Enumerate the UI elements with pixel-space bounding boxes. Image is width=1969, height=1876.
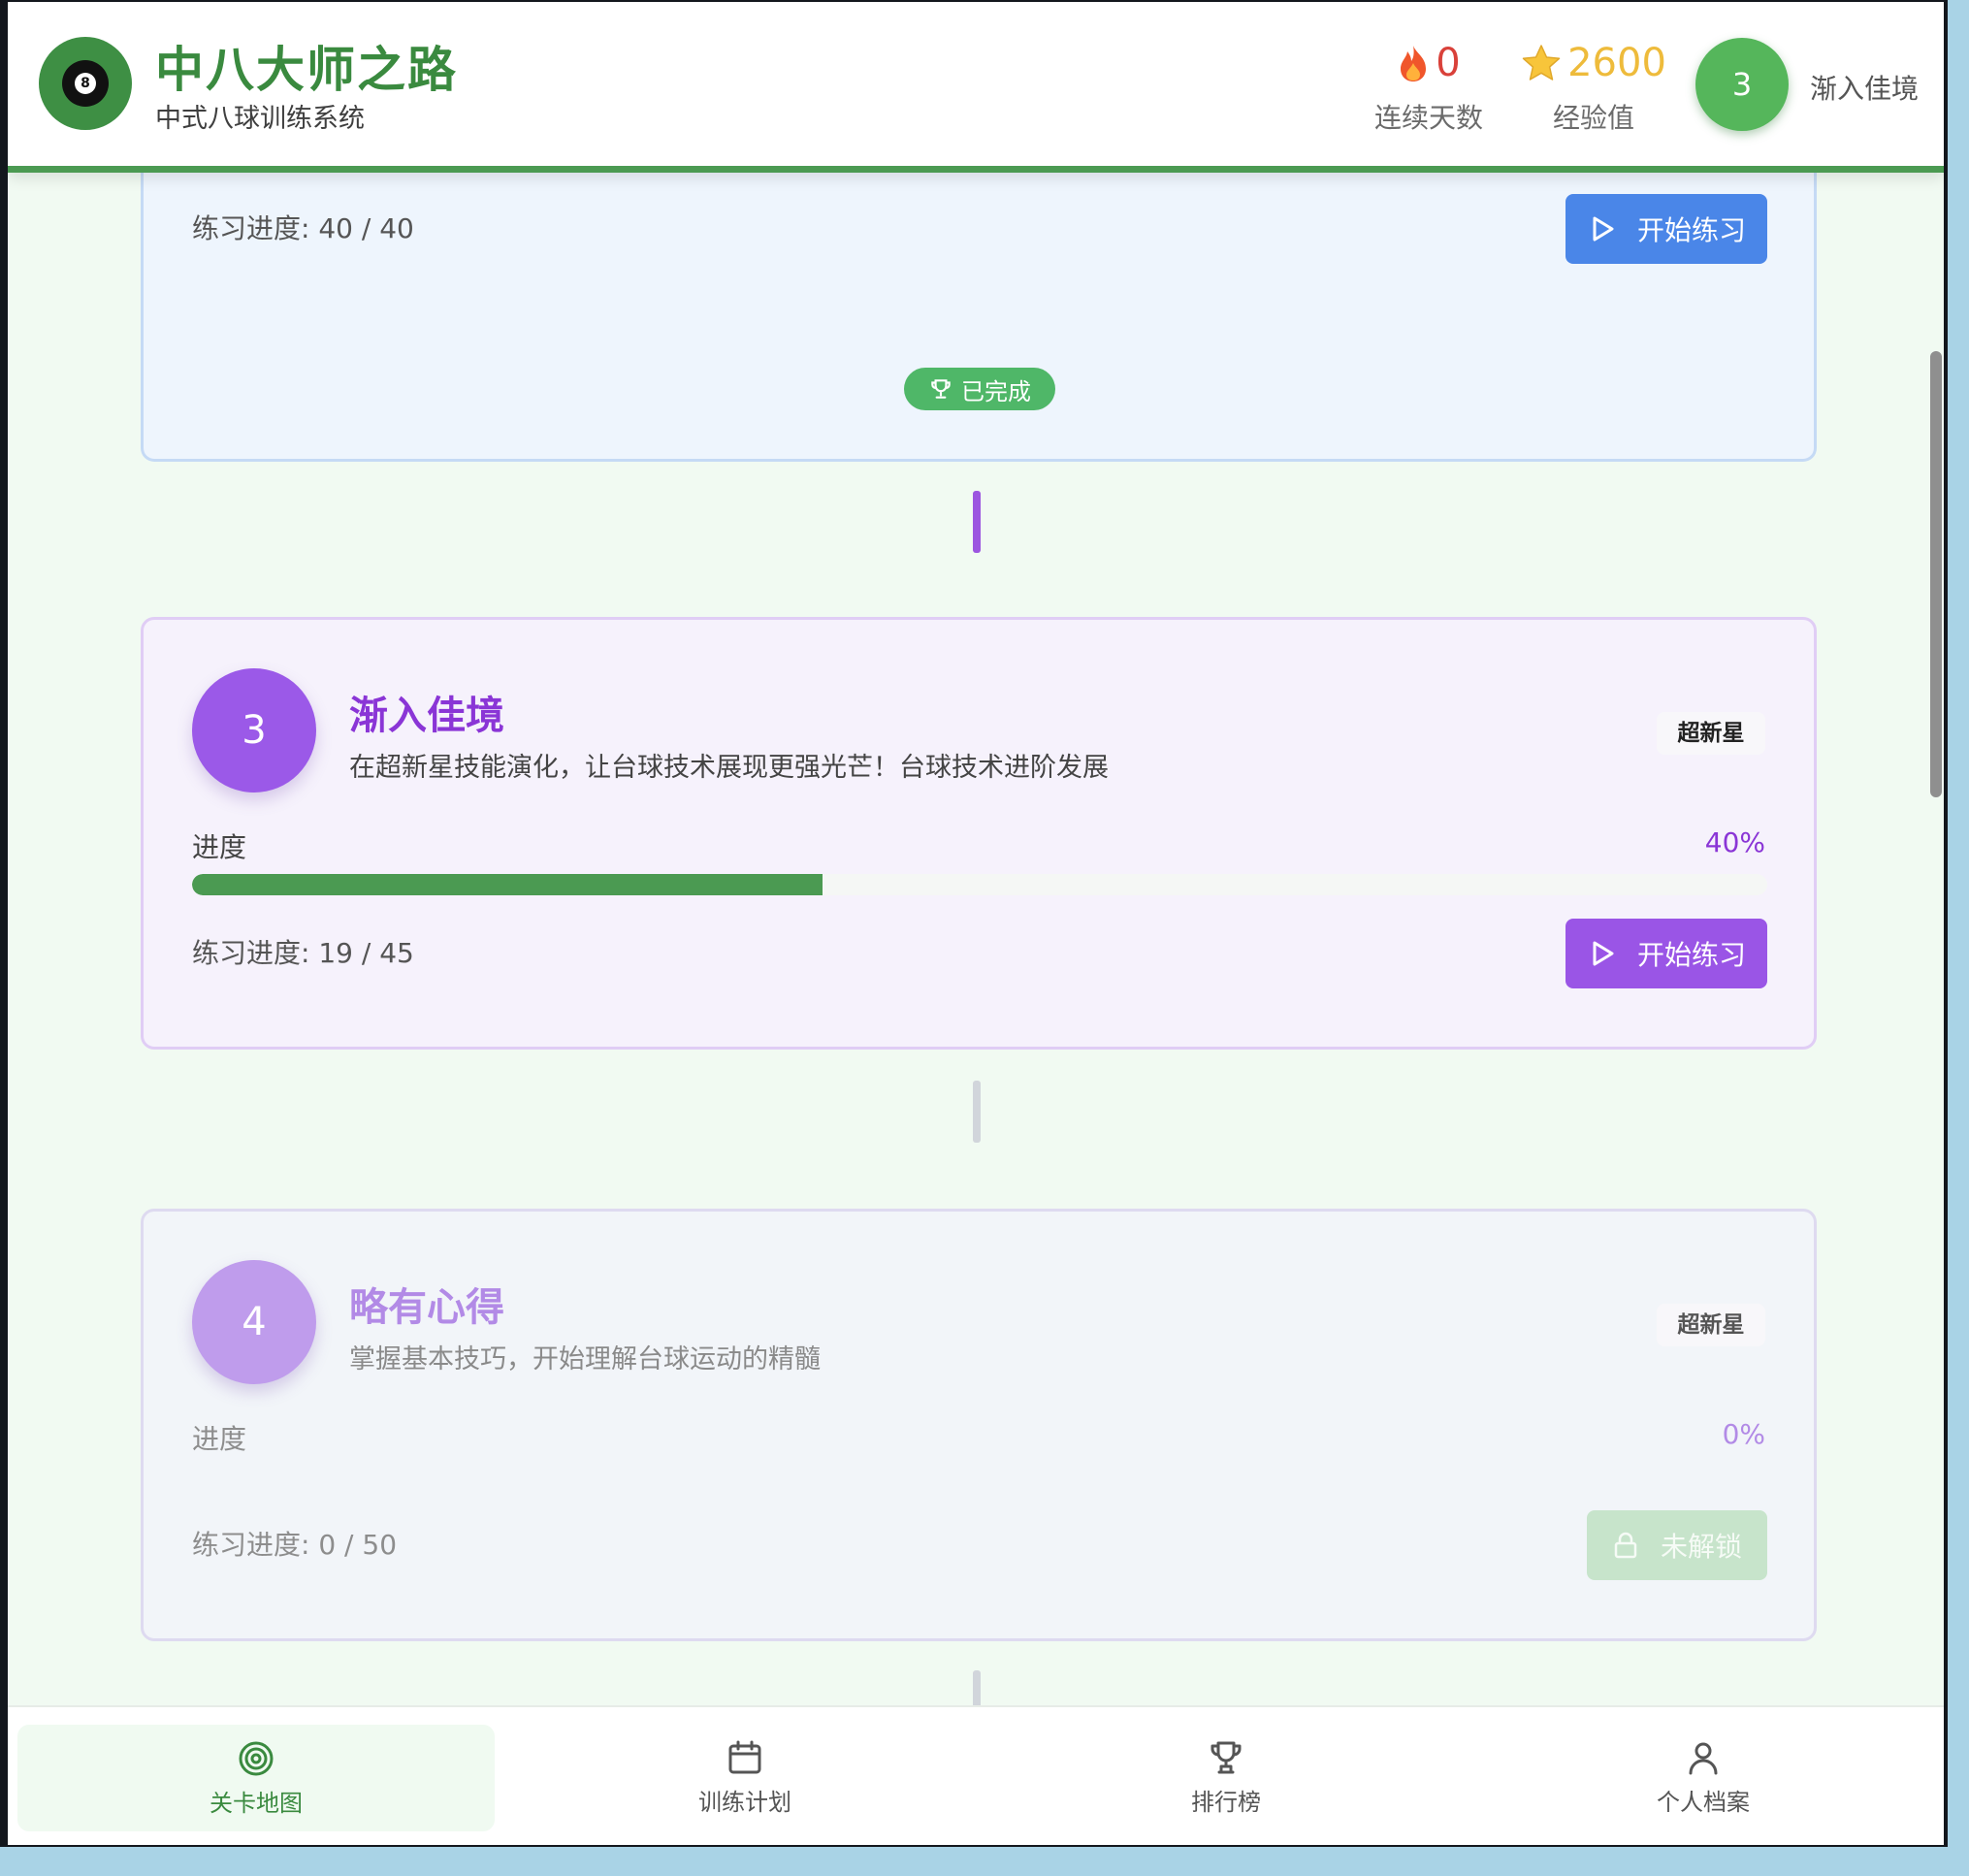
app-root: 进度 练习进度: 40 / 40 开始练习 已完成 3 渐入佳境 [8, 2, 1944, 1845]
streak-value: 0 [1436, 41, 1461, 85]
level-card-completed: 进度 练习进度: 40 / 40 开始练习 已完成 [141, 128, 1817, 462]
progress-percent: 0% [1722, 1418, 1765, 1450]
ball-number: 8 [75, 73, 96, 94]
lock-icon [1614, 1532, 1637, 1559]
calendar-icon [728, 1740, 761, 1773]
xp-label: 经验值 [1552, 102, 1634, 134]
button-label: 未解锁 [1661, 1531, 1743, 1563]
target-icon [239, 1741, 274, 1775]
practice-progress: 练习进度: 19 / 45 [192, 937, 414, 969]
trophy-icon [931, 379, 951, 399]
xp-value: 2600 [1567, 41, 1666, 85]
nav-label: 关卡地图 [210, 1789, 303, 1817]
nav-label: 排行榜 [1191, 1788, 1261, 1816]
app-title: 中八大师之路 [155, 42, 458, 98]
bottom-nav: 关卡地图 训练计划 排行榜 个人档案 [8, 1705, 1944, 1845]
user-level-name: 渐入佳境 [1810, 73, 1920, 105]
level-card-current: 3 渐入佳境 在超新星技能演化，让台球技术展现更强光芒！台球技术进阶发展 超新星… [141, 617, 1817, 1050]
nav-label: 个人档案 [1657, 1788, 1750, 1816]
button-label: 开始练习 [1637, 939, 1747, 971]
logo: 8 [39, 37, 132, 130]
path-connector [973, 491, 981, 553]
play-icon [1593, 941, 1614, 966]
rank-tag: 超新星 [1657, 1304, 1765, 1346]
start-practice-button[interactable]: 开始练习 [1566, 194, 1767, 264]
user-icon [1689, 1742, 1718, 1774]
path-connector [973, 1081, 981, 1143]
level-number-circle: 4 [192, 1260, 316, 1384]
level-number-circle: 3 [192, 668, 316, 792]
nav-training-plan[interactable]: 训练计划 [504, 1707, 985, 1845]
app-header: 8 中八大师之路 中式八球训练系统 0 连续天数 2600 经验值 3 渐入佳境 [8, 2, 1944, 173]
progress-label: 进度 [192, 831, 247, 863]
streak-label: 连续天数 [1373, 102, 1483, 134]
nav-level-map[interactable]: 关卡地图 [17, 1725, 495, 1831]
star-icon [1522, 45, 1561, 81]
streak-stat: 0 连续天数 [1366, 39, 1492, 136]
scrollbar[interactable] [1930, 351, 1942, 797]
level-description: 掌握基本技巧，开始理解台球运动的精髓 [349, 1344, 821, 1375]
user-level-badge[interactable]: 3 [1695, 38, 1789, 131]
start-practice-button[interactable]: 开始练习 [1566, 919, 1767, 988]
fire-icon [1401, 46, 1427, 81]
progress-percent: 40% [1704, 826, 1765, 858]
level-title: 渐入佳境 [349, 694, 504, 738]
nav-leaderboard[interactable]: 排行榜 [985, 1707, 1467, 1845]
completed-label: 已完成 [961, 377, 1031, 405]
nav-profile[interactable]: 个人档案 [1463, 1707, 1944, 1845]
completed-badge: 已完成 [904, 368, 1055, 410]
xp-stat: 2600 经验值 [1511, 39, 1676, 136]
level-description: 在超新星技能演化，让台球技术展现更强光芒！台球技术进阶发展 [349, 753, 1109, 783]
progress-bar [192, 874, 1767, 895]
button-label: 开始练习 [1637, 214, 1747, 246]
practice-progress: 练习进度: 0 / 50 [192, 1529, 398, 1561]
trophy-icon [1210, 1741, 1242, 1773]
level-map[interactable]: 进度 练习进度: 40 / 40 开始练习 已完成 3 渐入佳境 [8, 2, 1944, 1845]
app-subtitle: 中式八球训练系统 [155, 104, 365, 134]
play-icon [1593, 216, 1614, 242]
locked-button[interactable]: 未解锁 [1587, 1510, 1767, 1580]
app-window: 进度 练习进度: 40 / 40 开始练习 已完成 3 渐入佳境 [0, 0, 1948, 1847]
progress-label: 进度 [192, 1423, 247, 1455]
nav-label: 训练计划 [698, 1788, 791, 1816]
level-card-locked: 4 略有心得 掌握基本技巧，开始理解台球运动的精髓 超新星 进度 0% 练习进度… [141, 1209, 1817, 1641]
level-title: 略有心得 [349, 1285, 504, 1330]
practice-progress: 练习进度: 40 / 40 [192, 212, 414, 244]
eight-ball-icon: 8 [62, 60, 109, 107]
progress-bar-fill [192, 874, 823, 895]
rank-tag: 超新星 [1657, 712, 1765, 755]
